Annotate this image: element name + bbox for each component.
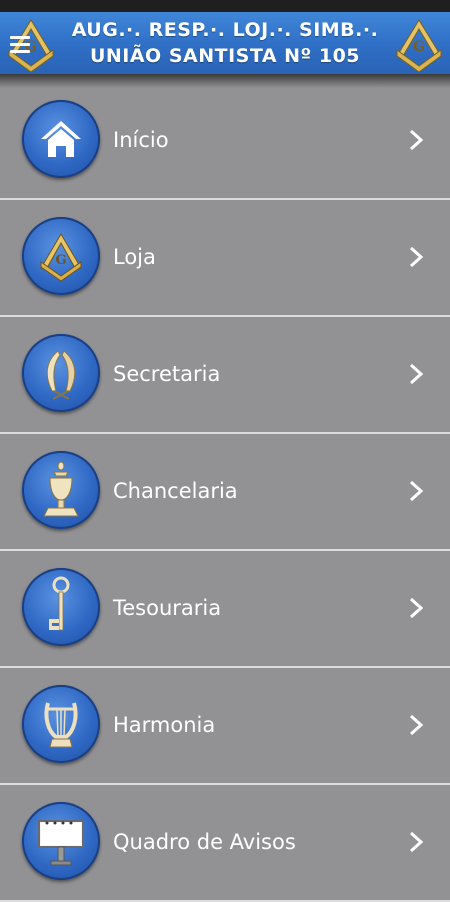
urn-icon <box>22 451 100 529</box>
square-compass-emblem-icon: G <box>396 19 442 72</box>
menu-item-chancelaria[interactable]: Chancelaria <box>0 434 450 551</box>
status-bar <box>0 0 450 12</box>
menu-item-label: Harmonia <box>113 713 216 737</box>
title-line-1: AUG.·. RESP.·. LOJ.·. SIMB.·. <box>71 19 379 41</box>
chevron-right-icon <box>409 597 424 619</box>
menu-item-harmonia[interactable]: Harmonia <box>0 668 450 785</box>
lyre-icon <box>22 685 100 763</box>
chevron-right-icon <box>409 363 424 385</box>
chevron-right-icon <box>409 129 424 151</box>
title-line-2: UNIÃO SANTISTA Nº 105 <box>89 45 361 67</box>
square-compass-icon: G <box>22 217 100 295</box>
menu-item-tesouraria[interactable]: Tesouraria <box>0 551 450 668</box>
chevron-right-icon <box>409 831 424 853</box>
menu-button[interactable] <box>6 26 50 62</box>
menu-item-label: Tesouraria <box>113 596 222 620</box>
chevron-right-icon <box>409 246 424 268</box>
menu-item-label: Loja <box>113 245 156 269</box>
menu-item-quadro-de-avisos[interactable]: Quadro de Avisos <box>0 785 450 902</box>
menu-item-secretaria[interactable]: Secretaria <box>0 317 450 434</box>
chevron-right-icon <box>409 480 424 502</box>
menu-list: Início G Loja Secretaria Chancelaria Tes… <box>0 83 450 902</box>
menu-item-label: Chancelaria <box>113 479 238 503</box>
page-title: AUG.·. RESP.·. LOJ.·. SIMB.·. UNIÃO SANT… <box>62 14 388 72</box>
key-icon <box>22 568 100 646</box>
menu-item-loja[interactable]: G Loja <box>0 200 450 317</box>
notice-board-icon <box>22 802 100 880</box>
chevron-right-icon <box>409 714 424 736</box>
menu-item-label: Início <box>113 128 169 152</box>
quill-pens-icon <box>22 334 100 412</box>
app-header: G AUG.·. RESP.·. LOJ.·. SIMB.·. UNIÃO SA… <box>0 12 450 76</box>
menu-item-inicio[interactable]: Início <box>0 83 450 200</box>
svg-text:G: G <box>413 39 425 55</box>
menu-item-label: Quadro de Avisos <box>113 830 296 854</box>
home-icon <box>22 100 100 178</box>
menu-item-label: Secretaria <box>113 362 221 386</box>
svg-text:G: G <box>55 253 66 268</box>
